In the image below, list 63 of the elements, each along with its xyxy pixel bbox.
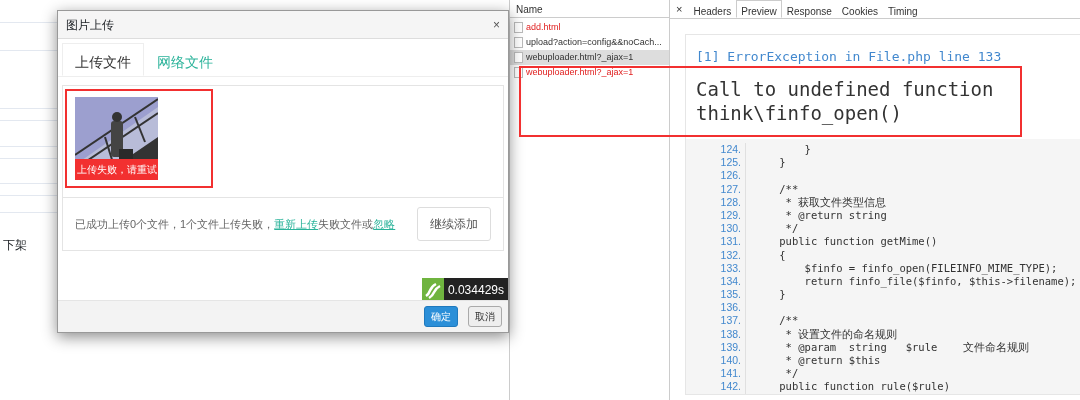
code-line: * 获取文件类型信息 — [784, 195, 887, 209]
line-number: 128. — [686, 195, 746, 209]
cancel-button[interactable]: 取消 — [468, 306, 502, 327]
tab[interactable]: Preview — [736, 0, 782, 18]
close-button[interactable]: × — [493, 18, 500, 31]
tab[interactable]: Timing — [883, 0, 923, 18]
line-number: 130. — [686, 222, 746, 236]
request-row[interactable]: webuploader.html?_ajax=1 — [510, 50, 669, 65]
line-number: 124. — [686, 143, 746, 157]
dialog-title: 图片上传 — [66, 16, 114, 34]
line-number: 138. — [686, 327, 746, 341]
code-line: public function rule($rule) — [778, 380, 950, 394]
line-number: 137. — [686, 314, 746, 328]
code-line: * @param string $rule 文件命名规则 — [784, 340, 1029, 354]
tab[interactable]: Response — [781, 0, 837, 18]
line-number: 129. — [686, 208, 746, 223]
code-line: $finfo = finfo_open(FILEINFO_MIME_TYPE); — [803, 261, 1058, 275]
file-icon — [514, 37, 523, 48]
code-line: } — [778, 156, 786, 170]
line-number: 132. — [686, 248, 746, 262]
line-number: 131. — [686, 235, 746, 249]
error-label: 上传失败，请重试 — [75, 159, 158, 180]
file-icon — [514, 67, 523, 78]
code-line: public function getMime() — [778, 235, 938, 249]
code-line: * @return $this — [784, 354, 881, 368]
line-number: 125. — [686, 156, 746, 170]
debug-time: 0.034429s — [446, 282, 505, 299]
add-more-button[interactable]: 继续添加 — [417, 207, 491, 241]
code-line: /** — [778, 314, 799, 328]
tab[interactable]: Headers — [688, 0, 737, 18]
error-message: Call to undefined function — [696, 77, 995, 101]
row-label: 下架 — [3, 237, 27, 254]
code-line: */ — [784, 222, 799, 236]
line-number: 126. — [686, 169, 746, 183]
tab[interactable]: 上传文件 — [62, 43, 144, 76]
tab[interactable]: Cookies — [836, 0, 883, 18]
file-icon — [514, 22, 523, 33]
error-message: think\finfo_open() — [696, 101, 903, 125]
line-number: 134. — [686, 274, 746, 289]
code-line: */ — [784, 367, 799, 381]
code-line: } — [778, 288, 786, 302]
line-number: 135. — [686, 288, 746, 302]
code-line: /** — [778, 182, 799, 196]
file-icon — [514, 52, 523, 63]
line-number: 133. — [686, 261, 746, 275]
line-number: 142. — [686, 380, 746, 394]
line-number: 136. — [686, 301, 746, 315]
request-row[interactable]: webuploader.html?_ajax=1 — [510, 65, 669, 80]
request-row[interactable]: add.html — [510, 20, 669, 35]
line-number: 140. — [686, 354, 746, 368]
request-row[interactable]: upload?action=config&&noCach... — [510, 35, 669, 50]
close-button[interactable]: × — [670, 0, 689, 18]
line-number: 127. — [686, 182, 746, 196]
line-number: 139. — [686, 340, 746, 354]
code-line: * 设置文件的命名规则 — [784, 327, 898, 341]
line-number: 141. — [686, 367, 746, 381]
code-line: * @return string — [784, 208, 887, 223]
column-header: Name — [510, 0, 669, 18]
code-line: return finfo_file($finfo, $this->filename); — [803, 274, 1077, 289]
code-line: } — [803, 143, 811, 157]
code-line: { — [778, 248, 786, 262]
status-text: 已成功上传0个文件，1个文件上传失败，重新上传失败文件或忽略 — [75, 216, 396, 232]
error-heading: [1] ErrorException in File.php line 133 — [695, 48, 1003, 66]
